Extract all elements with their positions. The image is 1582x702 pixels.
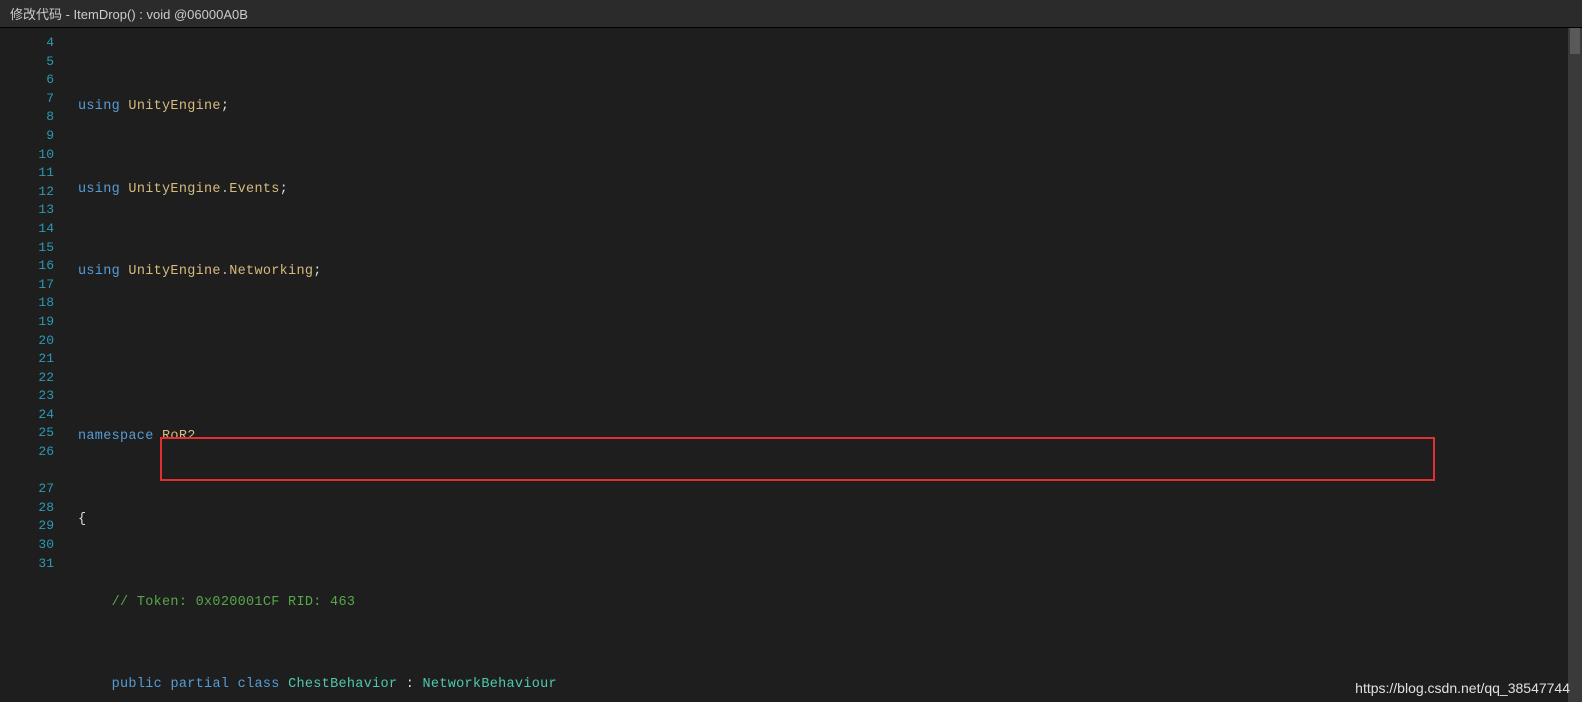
line-number: 6 — [14, 71, 72, 90]
window-title: 修改代码 - ItemDrop() : void @06000A0B — [10, 4, 248, 23]
code-line[interactable]: using UnityEngine; — [72, 98, 1582, 117]
line-number: 16 — [14, 257, 72, 276]
code-line[interactable] — [72, 346, 1582, 365]
line-number: 19 — [14, 313, 72, 332]
code-area[interactable]: using UnityEngine; using UnityEngine.Eve… — [72, 28, 1582, 702]
line-number: 7 — [14, 90, 72, 109]
ns: UnityEngine — [128, 99, 220, 114]
line-number: 28 — [14, 499, 72, 518]
line-number: 21 — [14, 350, 72, 369]
line-number: 27 — [14, 480, 72, 499]
line-number: 17 — [14, 276, 72, 295]
code-line[interactable]: { — [72, 511, 1582, 530]
line-number: 4 — [14, 34, 72, 53]
scrollbar-thumb[interactable] — [1570, 28, 1580, 54]
line-number: 15 — [14, 239, 72, 258]
line-number: 18 — [14, 294, 72, 313]
kw-using: using — [78, 99, 120, 114]
line-number: 8 — [14, 108, 72, 127]
code-line[interactable]: using UnityEngine.Networking; — [72, 263, 1582, 282]
line-number: 24 — [14, 406, 72, 425]
line-number: 22 — [14, 369, 72, 388]
watermark-text: https://blog.csdn.net/qq_38547744 — [1355, 680, 1570, 696]
code-line[interactable]: namespace RoR2 — [72, 428, 1582, 447]
line-number: 23 — [14, 387, 72, 406]
line-number: 31 — [14, 555, 72, 574]
line-number: 26 — [14, 443, 72, 462]
line-number-gutter: 4567891011121314151617181920212223242526… — [14, 28, 72, 702]
line-number: 14 — [14, 220, 72, 239]
line-number: 5 — [14, 53, 72, 72]
vertical-scrollbar[interactable] — [1568, 28, 1582, 702]
semi: ; — [221, 99, 229, 114]
line-number: 13 — [14, 201, 72, 220]
line-number: 30 — [14, 536, 72, 555]
line-number: 10 — [14, 146, 72, 165]
left-margin — [0, 28, 14, 702]
window-titlebar: 修改代码 - ItemDrop() : void @06000A0B — [0, 0, 1582, 28]
code-line[interactable]: using UnityEngine.Events; — [72, 181, 1582, 200]
line-number: 11 — [14, 164, 72, 183]
code-line[interactable]: // Token: 0x020001CF RID: 463 — [72, 594, 1582, 613]
line-number: 25 — [14, 424, 72, 443]
line-number: 20 — [14, 332, 72, 351]
editor: 4567891011121314151617181920212223242526… — [0, 28, 1582, 702]
line-number — [14, 462, 72, 481]
line-number: 29 — [14, 517, 72, 536]
line-number: 12 — [14, 183, 72, 202]
line-number: 9 — [14, 127, 72, 146]
